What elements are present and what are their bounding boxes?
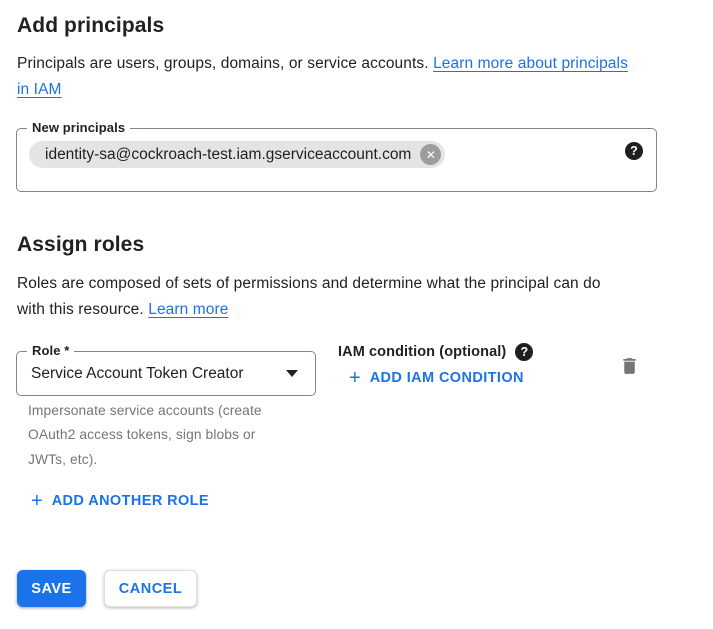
role-selected-value: Service Account Token Creator — [31, 365, 244, 383]
iam-condition-label: IAM condition (optional) — [338, 344, 506, 360]
add-principals-panel: Add principals Principals are users, gro… — [0, 0, 713, 629]
new-principals-field[interactable]: New principals identity-sa@cockroach-tes… — [16, 128, 657, 192]
iam-condition-help-icon[interactable]: ? — [515, 343, 533, 361]
add-iam-condition-label: ADD IAM CONDITION — [370, 370, 524, 386]
plus-icon: + — [349, 369, 361, 387]
role-dropdown[interactable]: Role * Service Account Token Creator — [16, 351, 316, 396]
role-label: Role * — [27, 343, 74, 358]
question-mark-glyph: ? — [520, 345, 528, 359]
role-select-surface[interactable]: Service Account Token Creator — [17, 352, 315, 395]
roles-description-line1: Roles are composed of sets of permission… — [17, 275, 601, 292]
principal-chip-label: identity-sa@cockroach-test.iam.gservicea… — [45, 146, 411, 164]
page-title: Add principals — [17, 14, 164, 38]
role-helper-line: OAuth2 access tokens, sign blobs or — [28, 423, 328, 447]
add-another-role-label: ADD ANOTHER ROLE — [52, 493, 209, 509]
learn-more-principals-link[interactable]: Learn more about principals — [433, 55, 628, 72]
principals-description-text: Principals are users, groups, domains, o… — [17, 55, 433, 72]
chip-remove-button[interactable]: ✕ — [420, 144, 441, 165]
add-iam-condition-button[interactable]: + ADD IAM CONDITION — [349, 369, 524, 387]
roles-description-line2: with this resource. — [17, 301, 148, 318]
role-helper-text: Impersonate service accounts (create OAu… — [28, 399, 328, 472]
add-another-role-button[interactable]: + ADD ANOTHER ROLE — [31, 492, 209, 510]
role-helper-line: Impersonate service accounts (create — [28, 399, 328, 423]
cancel-button[interactable]: CANCEL — [104, 570, 197, 607]
learn-more-principals-link-wrap[interactable]: in IAM — [17, 81, 62, 98]
trash-icon — [619, 355, 640, 377]
roles-description: Roles are composed of sets of permission… — [17, 271, 707, 322]
principal-chip: identity-sa@cockroach-test.iam.gservicea… — [29, 141, 445, 168]
new-principals-help-icon[interactable]: ? — [625, 142, 643, 160]
save-button[interactable]: SAVE — [17, 570, 86, 607]
question-mark-glyph: ? — [630, 144, 638, 158]
role-helper-line: JWTs, etc). — [28, 448, 328, 472]
plus-icon: + — [31, 492, 43, 510]
close-icon: ✕ — [426, 148, 436, 162]
new-principals-label: New principals — [27, 120, 130, 135]
chevron-down-icon — [286, 370, 298, 377]
iam-condition-header: IAM condition (optional) ? — [338, 343, 533, 361]
principals-description: Principals are users, groups, domains, o… — [17, 51, 697, 102]
assign-roles-title: Assign roles — [17, 233, 144, 257]
learn-more-roles-link[interactable]: Learn more — [148, 301, 228, 318]
delete-role-button[interactable] — [619, 355, 640, 377]
